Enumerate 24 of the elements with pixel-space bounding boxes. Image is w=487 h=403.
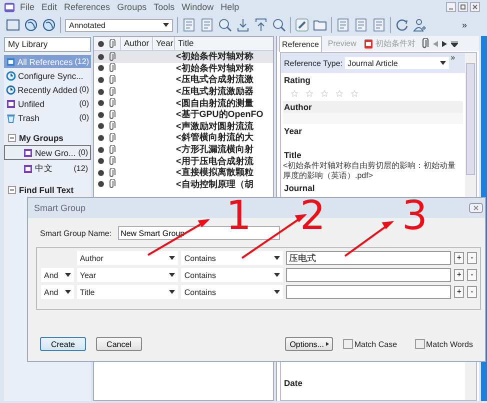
- title-cell-text: <初始条件对轴对称: [175, 62, 254, 74]
- library-header: My Library: [4, 37, 91, 52]
- dialog-title: Smart Group: [34, 203, 86, 213]
- title-cell-text: <用于压电合成射流: [175, 154, 254, 167]
- title-cell-text: <直接模拟离散颗粒: [175, 166, 254, 179]
- field-label: Date: [283, 377, 304, 389]
- field-label: Rating: [283, 74, 312, 86]
- title-cell-text: <压电式射流激励器: [175, 85, 254, 98]
- field-label: Journal: [283, 182, 316, 194]
- title-cell-text: <方形孔漏流横向射: [175, 143, 254, 156]
- title-cell-text: <圆自由射流的测量: [175, 96, 254, 109]
- title-cell-text: <压电式合成射流激: [175, 73, 254, 86]
- title-cell-text: <初始条件对轴对称: [175, 50, 254, 63]
- reference-type-label: Reference Type:: [284, 58, 343, 68]
- title-cell-text: <斜管横向射流的大: [175, 131, 254, 144]
- group-name-label: Smart Group Name:: [40, 228, 112, 238]
- field-label: Title: [283, 149, 302, 161]
- annotation-number: 3: [402, 196, 428, 236]
- annotation-number: 2: [300, 196, 326, 236]
- title-cell-text: <自动控制原理（胡: [175, 178, 254, 191]
- field-label: Author: [283, 101, 463, 113]
- title-cell-text: <基于GPU的OpenFO: [175, 108, 264, 121]
- field-label: Year: [283, 125, 303, 137]
- title-cell-text: <声激励对圆射流流: [175, 120, 254, 132]
